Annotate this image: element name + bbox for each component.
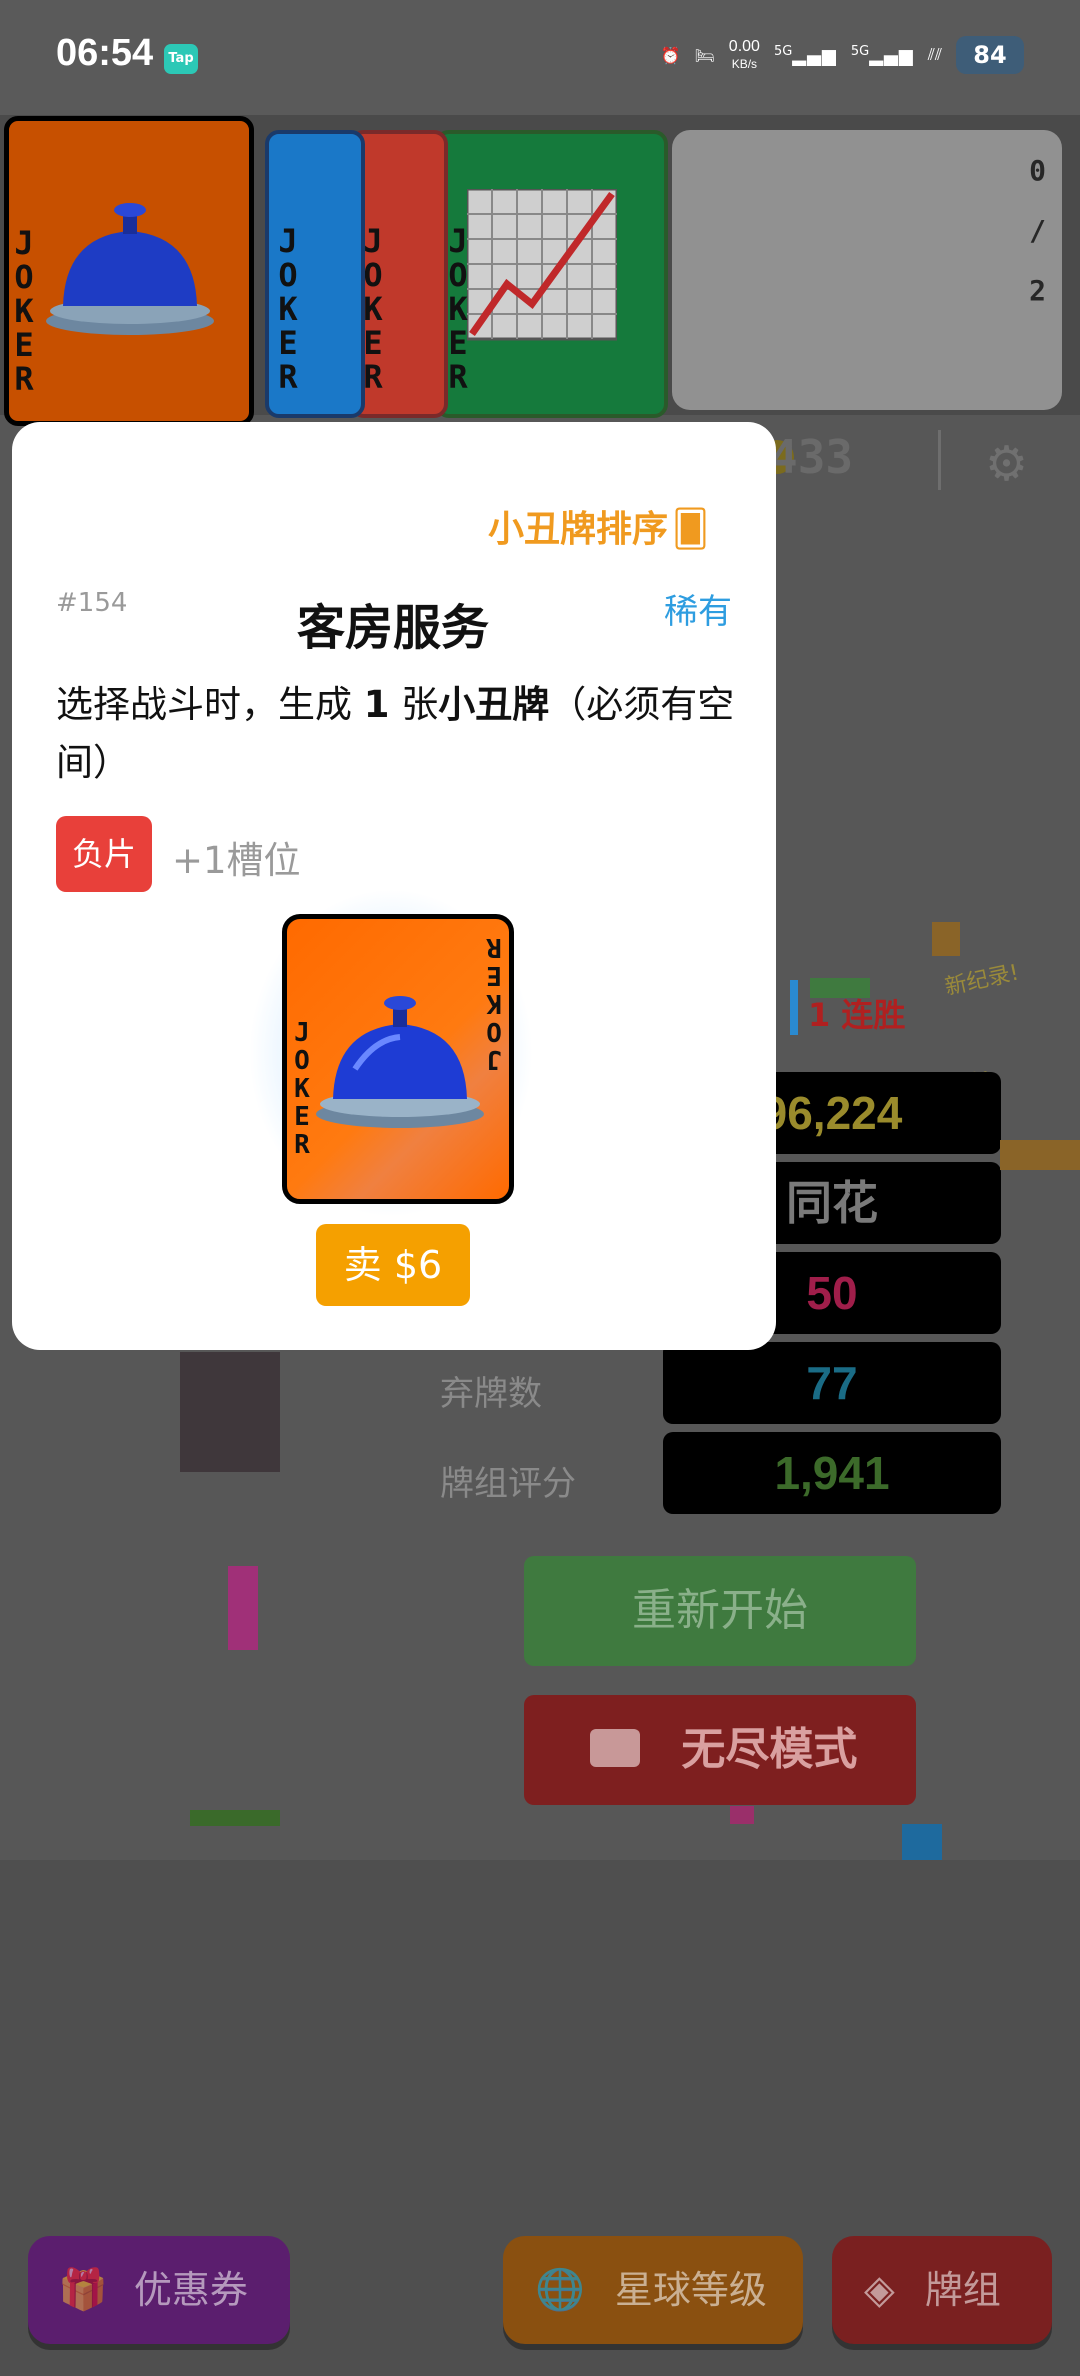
confetti [190, 1810, 280, 1826]
chart-up-icon [467, 189, 617, 341]
confetti [810, 978, 870, 998]
joker-card-text: JOKER [278, 222, 298, 396]
restart-button[interactable]: 重新开始 [524, 1556, 916, 1666]
deck-rating-label: 牌组评分 [440, 1464, 576, 1504]
joker-slot-current: 0 [1029, 154, 1046, 187]
video-camera-icon [590, 1729, 640, 1767]
joker-slot-counter: 0 / 2 [672, 130, 1062, 410]
service-bell-icon [46, 203, 214, 335]
character-sprite [180, 1352, 280, 1472]
endless-mode-button[interactable]: 无尽模式 [524, 1695, 916, 1805]
bed-icon: 🛏 [694, 45, 715, 65]
deck-label: 牌组 [924, 2268, 1001, 2312]
card-sort-icon: 🂠 [672, 509, 709, 550]
status-bar: 06:54 Tap ⏰ 🛏 0.00 KB/s 5G▂▄▆ 5G▂▄▆ ⫽⫽ 84 [0, 0, 1080, 115]
joker-card-text-rotated: JOKER [486, 932, 502, 1074]
tap-app-icon: Tap [164, 44, 198, 74]
joker-slot-max: 2 [1029, 274, 1046, 307]
deck-button[interactable]: ◈ 牌组 [832, 2236, 1052, 2344]
confetti [228, 1566, 258, 1650]
layers-icon: ◈ [864, 2267, 895, 2313]
service-bell-icon [316, 996, 484, 1128]
joker-card-blue[interactable]: JOKER [265, 130, 365, 418]
planet-level-button[interactable]: 🌐 星球等级 [503, 2236, 803, 2344]
confetti [1000, 1140, 1080, 1170]
status-time: 06:54 [56, 32, 154, 74]
confetti [932, 922, 960, 956]
coupon-label: 优惠券 [133, 2268, 248, 2312]
edition-effect: +1槽位 [172, 839, 301, 882]
discard-label: 弃牌数 [440, 1374, 542, 1414]
joker-card-green[interactable]: JOKER [435, 130, 668, 418]
sim2-signal-icon: 5G▂▄▆ [850, 43, 914, 67]
coupon-button[interactable]: 🎁 优惠券 [28, 2236, 290, 2344]
sell-button[interactable]: 卖 $6 [316, 1224, 470, 1306]
joker-sort-button[interactable]: 小丑牌排序 🂠 [488, 500, 709, 552]
globe-icon: 🌐 [535, 2267, 585, 2313]
joker-description: 选择战斗时，生成 1 张小丑牌（必须有空间） [56, 683, 735, 784]
settings-gear-icon[interactable]: ⚙ [985, 436, 1028, 492]
discard-value: 77 [663, 1342, 1001, 1424]
sim1-signal-icon: 5G▂▄▆ [773, 43, 837, 67]
divider [938, 430, 941, 490]
streak-marker [790, 980, 798, 1035]
deck-rating-value: 1,941 [663, 1432, 1001, 1514]
confetti [730, 1806, 754, 1824]
joker-rarity: 稀有 [664, 592, 732, 632]
joker-card-preview: JOKER JOKER [282, 914, 514, 1204]
negative-edition-badge: 负片 [56, 816, 152, 892]
status-icons: ⏰ 🛏 0.00 KB/s 5G▂▄▆ 5G▂▄▆ ⫽⫽ 84 [661, 36, 1024, 74]
endless-mode-label: 无尽模式 [681, 1724, 858, 1775]
planet-level-label: 星球等级 [614, 2268, 767, 2312]
money-display: 433 [770, 430, 854, 484]
joker-card-text: JOKER [294, 1018, 310, 1160]
joker-card-orange-selected[interactable]: JOKER [4, 116, 254, 426]
joker-sort-label: 小丑牌排序 [488, 509, 669, 550]
joker-card-text: JOKER [14, 224, 34, 398]
battery-indicator: 84 [956, 36, 1024, 74]
gift-icon: 🎁 [58, 2267, 108, 2313]
joker-slot-separator: / [1029, 214, 1046, 247]
alarm-icon: ⏰ [660, 45, 681, 65]
net-speed: 0.00 KB/s [728, 37, 760, 71]
wifi-icon: ⫽⫽ [927, 45, 942, 64]
